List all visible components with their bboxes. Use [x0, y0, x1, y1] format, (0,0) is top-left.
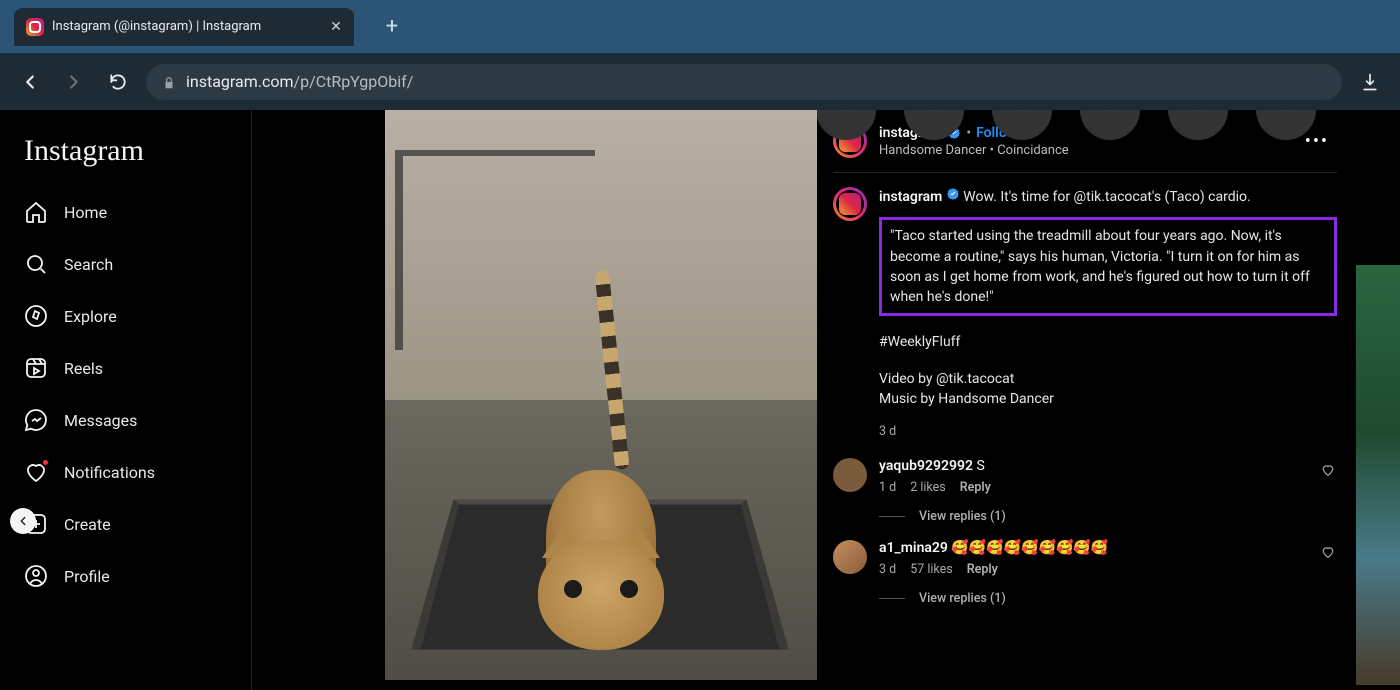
url-path: /p/CtRpYgpObif/ [294, 72, 414, 91]
home-icon [24, 200, 48, 224]
sidebar-item-label: Reels [64, 359, 103, 378]
address-bar[interactable]: instagram.com/p/CtRpYgpObif/ [146, 64, 1342, 100]
profile-icon [24, 564, 48, 588]
sidebar-item-messages[interactable]: Messages [12, 394, 239, 446]
story-circle[interactable] [1080, 110, 1140, 140]
browser-tab[interactable]: Instagram (@instagram) | Instagram ✕ [14, 8, 354, 46]
comment-time: 1 d [879, 480, 896, 495]
gym-equipment-graphic [395, 150, 595, 350]
browser-toolbar: instagram.com/p/CtRpYgpObif/ [0, 53, 1400, 110]
dash-icon [879, 516, 905, 517]
reels-icon [24, 356, 48, 380]
adjacent-post-preview[interactable] [1356, 265, 1400, 685]
close-tab-icon[interactable]: ✕ [328, 19, 344, 35]
browser-chrome: Instagram (@instagram) | Instagram ✕ + i… [0, 0, 1400, 110]
comment: yaqub9292992 S 1 d 2 likes Reply [833, 442, 1337, 495]
messages-icon [24, 408, 48, 432]
comment-likes[interactable]: 57 likes [910, 562, 953, 577]
sidebar-item-reels[interactable]: Reels [12, 342, 239, 394]
sidebar-item-create[interactable]: Create [12, 498, 239, 550]
search-icon [24, 252, 48, 276]
sidebar-item-label: Search [64, 255, 113, 274]
sidebar-item-label: Home [64, 203, 107, 222]
view-replies-text: View replies (1) [919, 591, 1006, 606]
story-circle[interactable] [904, 110, 964, 140]
stories-prev-button[interactable] [10, 508, 36, 534]
post-content: instagram • Follow Handsome Dancer • Coi… [252, 110, 1400, 690]
comment: a1_mina29 🥰🥰🥰🥰🥰🥰🥰🥰🥰 3 d 57 likes Reply [833, 524, 1337, 577]
lock-icon [162, 75, 176, 89]
comment-time: 3 d [879, 562, 896, 577]
instagram-app: Instagram Home Search Explore Reels Mess… [0, 110, 1400, 690]
heart-icon [24, 460, 48, 484]
url-host: instagram.com [186, 72, 294, 91]
post-media[interactable] [385, 110, 817, 680]
sidebar-item-home[interactable]: Home [12, 186, 239, 238]
caption-block: instagram Wow. It's time for @tik.tacoca… [833, 173, 1337, 442]
story-circle[interactable] [992, 110, 1052, 140]
sidebar-item-search[interactable]: Search [12, 238, 239, 290]
dash-icon [879, 598, 905, 599]
compass-icon [24, 304, 48, 328]
sidebar-item-explore[interactable]: Explore [12, 290, 239, 342]
tab-strip: Instagram (@instagram) | Instagram ✕ + [0, 0, 1400, 53]
sidebar-item-label: Create [64, 515, 111, 534]
comment-likes[interactable]: 2 likes [910, 480, 946, 495]
sidebar-item-label: Profile [64, 567, 110, 586]
post-details: instagram • Follow Handsome Dancer • Coi… [817, 110, 1341, 690]
like-comment-button[interactable] [1321, 462, 1337, 478]
new-tab-button[interactable]: + [378, 13, 406, 41]
caption-lead-text: Wow. It's time for @tik.tacocat's (Taco)… [963, 189, 1250, 205]
sidebar: Instagram Home Search Explore Reels Mess… [0, 110, 252, 690]
tab-title: Instagram (@instagram) | Instagram [52, 19, 320, 34]
comment-username[interactable]: yaqub9292992 [879, 458, 973, 474]
view-replies-text: View replies (1) [919, 509, 1006, 524]
sidebar-item-label: Explore [64, 307, 117, 326]
sidebar-item-profile[interactable]: Profile [12, 550, 239, 602]
like-comment-button[interactable] [1321, 544, 1337, 560]
download-button[interactable] [1354, 66, 1386, 98]
cat-graphic [516, 410, 686, 680]
sidebar-item-label: Notifications [64, 463, 155, 482]
verified-badge-icon [946, 187, 960, 201]
caption-lead: instagram Wow. It's time for @tik.tacoca… [879, 189, 1251, 205]
caption-hashtag[interactable]: #WeeklyFluff [879, 332, 1337, 352]
reload-button[interactable] [102, 66, 134, 98]
comment-reply-button[interactable]: Reply [960, 480, 991, 495]
caption-credit-music: Music by Handsome Dancer [879, 391, 1054, 407]
view-replies-button[interactable]: View replies (1) [879, 591, 1337, 606]
back-button[interactable] [14, 66, 46, 98]
story-circle[interactable] [816, 110, 876, 140]
comment-username[interactable]: a1_mina29 [879, 540, 948, 556]
instagram-favicon [26, 18, 44, 36]
story-circle[interactable] [1168, 110, 1228, 140]
story-circle[interactable] [1256, 110, 1316, 140]
comment-avatar[interactable] [833, 540, 867, 574]
post-time: 3 d [879, 423, 1337, 441]
comment-text: S [976, 458, 984, 474]
post-music[interactable]: Handsome Dancer • Coincidance [879, 143, 1297, 158]
sidebar-item-notifications[interactable]: Notifications [12, 446, 239, 498]
author-username[interactable]: instagram [879, 189, 942, 205]
sidebar-item-label: Messages [64, 411, 137, 430]
author-avatar[interactable] [833, 187, 867, 221]
comment-text: 🥰🥰🥰🥰🥰🥰🥰🥰🥰 [951, 540, 1108, 556]
caption-highlight: "Taco started using the treadmill about … [879, 217, 1337, 316]
forward-button [58, 66, 90, 98]
caption-credit-video: Video by @tik.tacocat [879, 369, 1337, 389]
view-replies-button[interactable]: View replies (1) [879, 509, 1337, 524]
notification-dot [41, 458, 50, 467]
comment-reply-button[interactable]: Reply [967, 562, 998, 577]
url-text: instagram.com/p/CtRpYgpObif/ [186, 72, 413, 91]
comment-avatar[interactable] [833, 458, 867, 492]
instagram-logo[interactable]: Instagram [12, 134, 239, 186]
